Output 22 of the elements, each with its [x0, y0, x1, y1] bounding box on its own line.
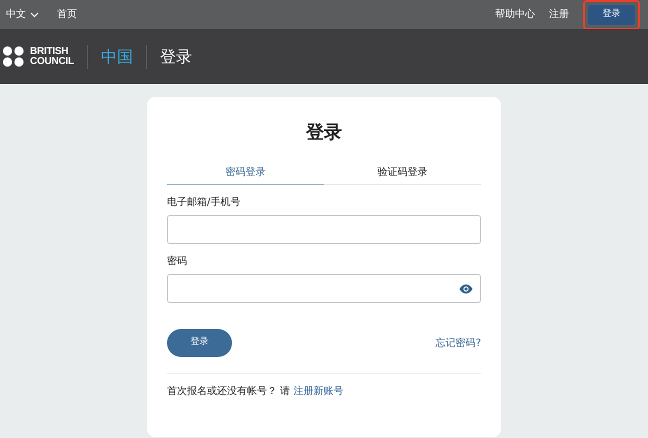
nav-link[interactable]: 首页: [57, 7, 77, 22]
signup-prompt: 首次报名或还没有帐号？ 请 注册新账号: [167, 384, 344, 399]
nav-link[interactable]: 注册: [549, 7, 569, 22]
field-label: 电子邮箱/手机号: [167, 196, 242, 210]
input-field[interactable]: [167, 274, 481, 303]
page-title: 登录: [160, 46, 192, 68]
input-field[interactable]: [167, 215, 481, 244]
signup-link[interactable]: 注册新账号: [293, 386, 344, 397]
submit-button[interactable]: 登录: [167, 329, 232, 357]
tab[interactable]: 验证码登录: [324, 160, 481, 185]
language-selector[interactable]: 中文: [6, 7, 39, 22]
login-button[interactable]: 登录: [588, 4, 635, 24]
region-label: 中国: [100, 46, 133, 68]
logo-text: BRITISH: [30, 46, 70, 56]
chevron-down-icon: [30, 12, 39, 18]
forgot-password-link[interactable]: 忘记密码?: [436, 336, 481, 350]
field-label: 密码: [167, 254, 188, 269]
card-title: 登录: [306, 121, 342, 145]
nav-link[interactable]: 帮助中心: [495, 7, 535, 22]
tab[interactable]: 密码登录: [167, 160, 324, 185]
logo-text: COUNCIL: [30, 56, 74, 66]
eye-icon[interactable]: [459, 284, 473, 294]
